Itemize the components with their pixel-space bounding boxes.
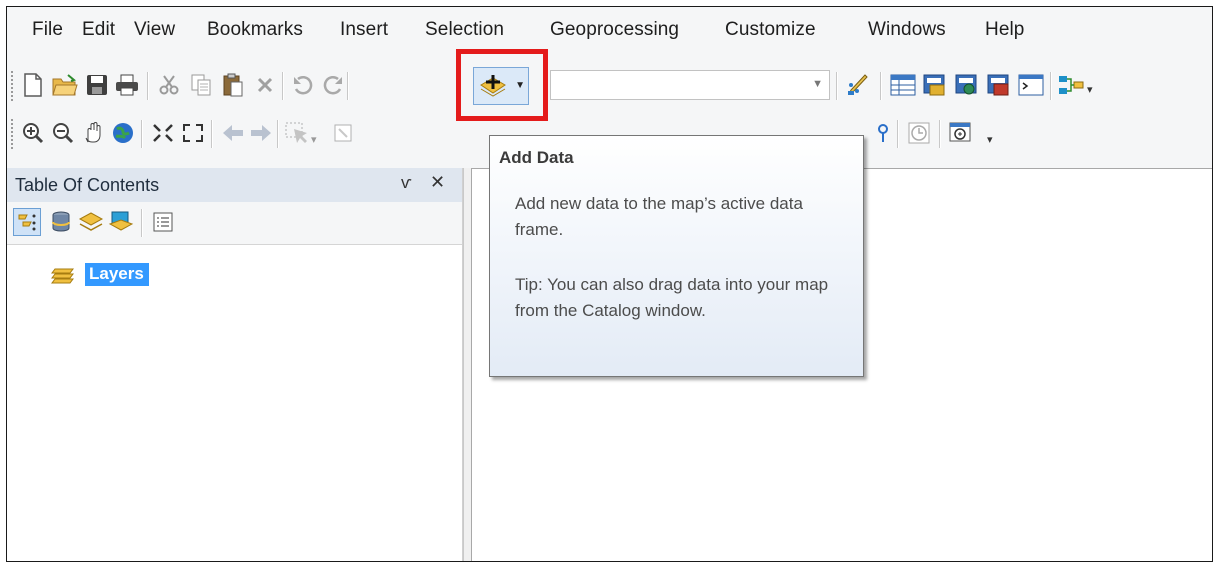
- menu-view[interactable]: View: [134, 19, 175, 41]
- toolbar-separator: [347, 72, 349, 100]
- layers-label[interactable]: Layers: [85, 262, 149, 286]
- menu-customize[interactable]: Customize: [725, 19, 816, 41]
- toolbar-separator: [282, 72, 284, 100]
- toolbar-separator: [939, 120, 941, 148]
- toolbar-overflow-icon[interactable]: ▾: [987, 133, 999, 147]
- arcmap-window: File Edit View Bookmarks Insert Selectio…: [6, 6, 1213, 562]
- select-features-icon[interactable]: [283, 119, 311, 147]
- table-icon[interactable]: [889, 71, 917, 99]
- chevron-down-icon[interactable]: ▾: [311, 133, 323, 147]
- new-document-icon[interactable]: [19, 71, 47, 99]
- toolbar-grip[interactable]: [11, 71, 17, 101]
- tooltip-description: Add new data to the map’s active data fr…: [515, 194, 803, 239]
- arccatalog-icon[interactable]: [921, 71, 949, 99]
- toolbar-separator: [141, 120, 143, 148]
- table-of-contents-panel: Table Of Contents ѵ ✕ Layers: [7, 168, 463, 561]
- print-icon[interactable]: [113, 71, 141, 99]
- tooltip-title: Add Data: [499, 148, 574, 167]
- save-icon[interactable]: [83, 71, 111, 99]
- zoom-in-icon[interactable]: [19, 119, 47, 147]
- python-icon[interactable]: [1017, 71, 1045, 99]
- toolbar-separator: [141, 209, 143, 237]
- copy-icon[interactable]: [187, 71, 215, 99]
- back-extent-icon[interactable]: [219, 119, 247, 147]
- go-to-xy-icon[interactable]: [869, 119, 897, 147]
- close-icon[interactable]: ✕: [430, 172, 445, 193]
- map-scale-combo[interactable]: ▼: [550, 70, 830, 100]
- arctoolbox-icon[interactable]: [985, 71, 1013, 99]
- clear-selection-icon[interactable]: [329, 119, 357, 147]
- menu-windows[interactable]: Windows: [868, 19, 946, 41]
- list-by-drawing-order-icon[interactable]: [13, 208, 41, 236]
- model-builder-icon[interactable]: [1057, 71, 1085, 99]
- menu-insert[interactable]: Insert: [340, 19, 388, 41]
- toc-title: Table Of Contents: [15, 175, 160, 195]
- menu-edit[interactable]: Edit: [82, 19, 115, 41]
- delete-icon[interactable]: [251, 71, 279, 99]
- add-data-icon: [480, 75, 506, 97]
- paste-icon[interactable]: [219, 71, 247, 99]
- time-slider-icon[interactable]: [905, 119, 933, 147]
- open-folder-icon[interactable]: [51, 71, 79, 99]
- add-data-tooltip: Add Data Add new data to the map’s activ…: [489, 135, 864, 377]
- list-by-source-icon[interactable]: [47, 208, 75, 236]
- toolbar-separator: [1050, 72, 1052, 100]
- toolbar-separator: [897, 120, 899, 148]
- undo-icon[interactable]: [289, 71, 317, 99]
- menu-help[interactable]: Help: [985, 19, 1024, 41]
- toc-header: Table Of Contents ѵ ✕: [7, 168, 462, 203]
- pan-icon[interactable]: [79, 119, 107, 147]
- redo-icon[interactable]: [319, 71, 347, 99]
- options-icon[interactable]: [149, 208, 177, 236]
- search-icon[interactable]: [953, 71, 981, 99]
- toolbar-separator: [147, 72, 149, 100]
- toolbar-separator: [211, 120, 213, 148]
- editor-toolbar-icon[interactable]: [845, 71, 873, 99]
- menu-file[interactable]: File: [32, 19, 63, 41]
- tooltip-tip: Tip: You can also drag data into your ma…: [515, 275, 829, 320]
- menu-bookmarks[interactable]: Bookmarks: [207, 19, 303, 41]
- toolbar-separator: [880, 72, 882, 100]
- layers-icon: [51, 268, 74, 284]
- zoom-out-icon[interactable]: [49, 119, 77, 147]
- chevron-down-icon[interactable]: ▼: [515, 80, 525, 91]
- full-extent-icon[interactable]: [109, 119, 137, 147]
- list-by-selection-icon[interactable]: [107, 208, 135, 236]
- toolbar-separator: [277, 120, 279, 148]
- menu-selection[interactable]: Selection: [425, 19, 504, 41]
- chevron-down-icon[interactable]: ▼: [812, 78, 823, 90]
- add-data-button[interactable]: ▼: [473, 67, 529, 105]
- menu-geoprocessing[interactable]: Geoprocessing: [550, 19, 679, 41]
- panel-splitter[interactable]: [463, 168, 471, 561]
- toolbar-overflow-icon[interactable]: ▾: [1087, 83, 1099, 97]
- cut-icon[interactable]: [155, 71, 183, 99]
- layers-tree-node[interactable]: Layers: [51, 262, 149, 286]
- menu-bar: File Edit View Bookmarks Insert Selectio…: [7, 7, 1212, 61]
- fixed-zoom-out-icon[interactable]: [179, 119, 207, 147]
- toolbar-separator: [836, 72, 838, 100]
- fixed-zoom-in-icon[interactable]: [149, 119, 177, 147]
- pin-icon[interactable]: ѵ: [401, 173, 412, 193]
- list-by-visibility-icon[interactable]: [77, 208, 105, 236]
- forward-extent-icon[interactable]: [247, 119, 275, 147]
- toolbar-grip[interactable]: [11, 119, 17, 149]
- toc-toolbar: [7, 202, 462, 245]
- magnifier-icon[interactable]: [947, 119, 975, 147]
